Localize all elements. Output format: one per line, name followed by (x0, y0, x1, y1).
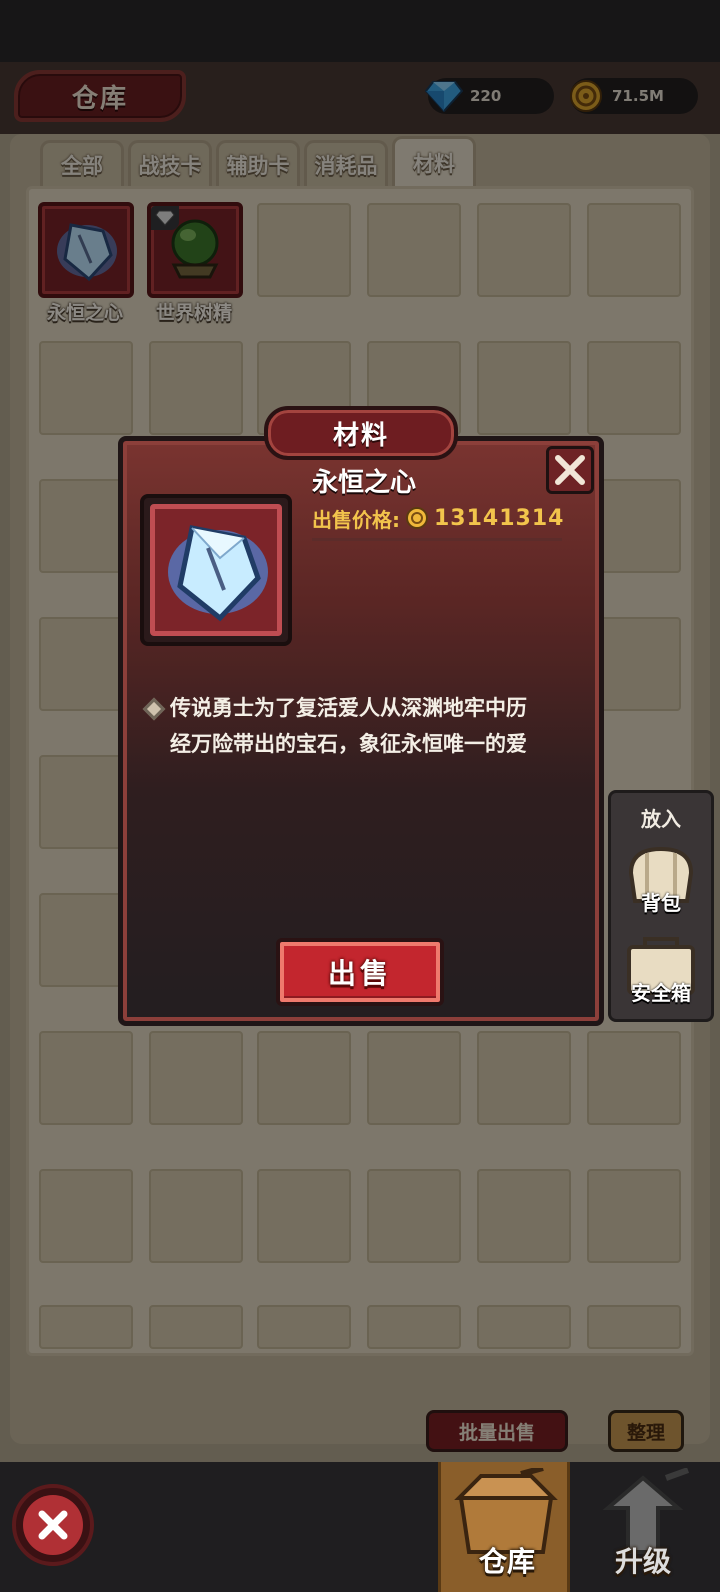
dialog-category-title: 材料 (264, 406, 458, 460)
crystal-heart-icon (168, 525, 268, 622)
divider (312, 538, 562, 541)
price-label: 出售价格: (312, 507, 400, 532)
nav-warehouse-label: 仓库 (478, 1545, 535, 1578)
nav-warehouse[interactable]: 仓库 (438, 1462, 570, 1592)
put-in-panel: 放入 背包 安全箱 (608, 790, 714, 1022)
price-value: 13141314 (434, 505, 565, 531)
nav-upgrade-label: 升级 (614, 1545, 671, 1578)
sell-button[interactable]: 出售 (276, 938, 444, 1006)
close-icon (555, 455, 585, 485)
dialog-description: 传说勇士为了复活爱人从深渊地牢中历 经万险带出的宝石，象征永恒唯一的爱 (142, 690, 582, 762)
dialog-sell-price: 出售价格: 13141314 (312, 502, 564, 534)
dialog-item-name: 永恒之心 (312, 468, 417, 498)
safe-box-label: 安全箱 (631, 981, 691, 1005)
gold-coin-icon (406, 507, 428, 529)
safe-box-button[interactable]: 安全箱 (621, 933, 701, 1017)
dialog-close-button[interactable] (546, 446, 594, 494)
backpack-button[interactable]: 背包 (621, 843, 701, 923)
diamond-bullet-icon (142, 697, 166, 721)
close-icon (38, 1510, 68, 1540)
exit-button[interactable] (12, 1484, 94, 1566)
put-in-title: 放入 (641, 807, 681, 831)
nav-upgrade[interactable]: 升级 (576, 1462, 710, 1592)
dialog-item-frame (140, 494, 292, 646)
backpack-label: 背包 (641, 891, 681, 915)
